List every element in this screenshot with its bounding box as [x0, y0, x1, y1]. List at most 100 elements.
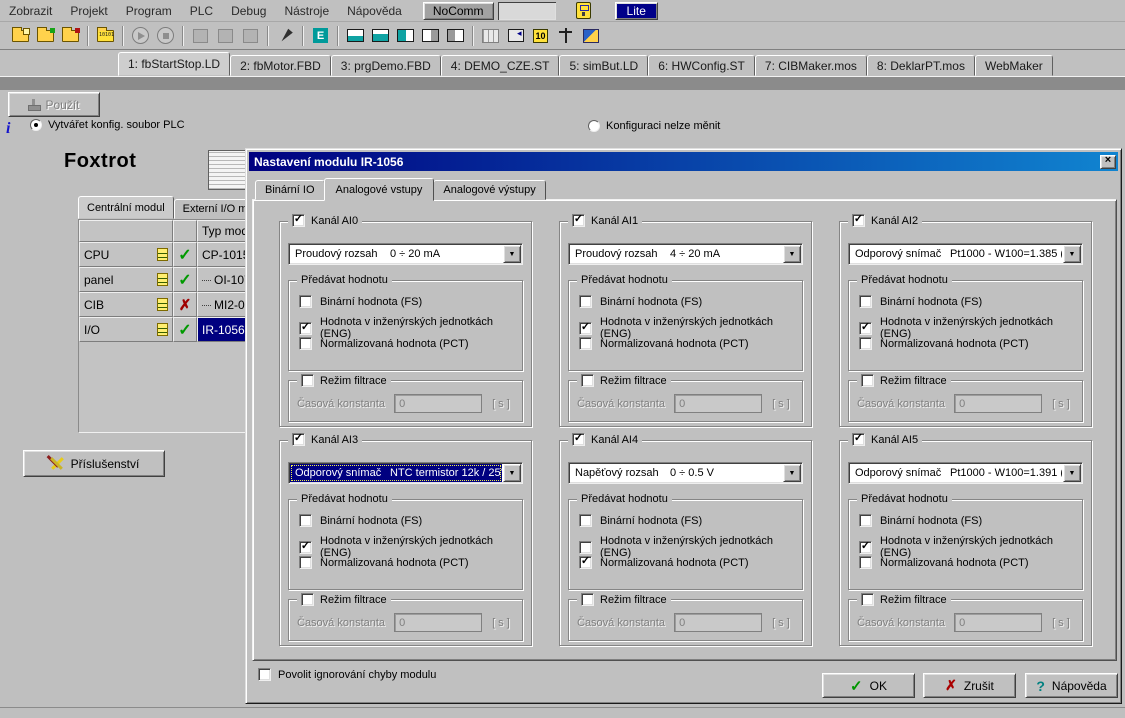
- option-binary-value[interactable]: ✓ Binární hodnota (FS): [579, 514, 702, 527]
- radio-config-locked[interactable]: Konfiguraci nelze měnit: [588, 120, 720, 132]
- chevron-down-icon[interactable]: ▼: [503, 464, 521, 482]
- option-binary-value[interactable]: ✓ Binární hodnota (FS): [299, 514, 422, 527]
- e-label: E: [313, 28, 328, 43]
- close-icon[interactable]: ×: [1100, 155, 1116, 169]
- doc-tab-prgdemo[interactable]: 3: prgDemo.FBD: [331, 55, 441, 76]
- tab-analog-outputs[interactable]: Analogové výstupy: [433, 180, 545, 200]
- send-to-plc-icon[interactable]: [188, 24, 213, 48]
- option-binary-value[interactable]: ✓ Binární hodnota (FS): [299, 295, 422, 308]
- range-type-text: Napěťový rozsah: [570, 467, 670, 479]
- menu-plc[interactable]: PLC: [181, 2, 222, 20]
- doc-tab-fbstartstop[interactable]: 1: fbStartStop.LD: [118, 52, 230, 76]
- layout-left-icon[interactable]: [393, 24, 418, 48]
- option-binary-value[interactable]: ✓ Binární hodnota (FS): [859, 295, 982, 308]
- radio-locked-label: Konfiguraci nelze měnit: [606, 120, 720, 132]
- option-normalized-value[interactable]: ✓ Normalizovaná hodnota (PCT): [299, 556, 469, 569]
- range-combo[interactable]: Odporový snímač Pt1000 - W100=1.391 (U) …: [848, 462, 1083, 484]
- menu-program[interactable]: Program: [117, 2, 181, 20]
- cancel-button[interactable]: ✗ Zrušit: [923, 673, 1016, 698]
- read-from-plc-icon[interactable]: [213, 24, 238, 48]
- chevron-down-icon[interactable]: ▼: [1063, 464, 1081, 482]
- layout-bottom-icon[interactable]: [343, 24, 368, 48]
- tab-central-module[interactable]: Centrální modul: [78, 196, 174, 219]
- channel-enable-checkbox[interactable]: ✓: [572, 214, 585, 227]
- open-project-icon[interactable]: [33, 24, 58, 48]
- unit-label: [ s ]: [492, 617, 510, 629]
- filter-checkbox[interactable]: ✓: [581, 593, 594, 606]
- window-select-icon[interactable]: [503, 24, 528, 48]
- stop-icon[interactable]: [153, 24, 178, 48]
- help-button[interactable]: ? Nápověda: [1025, 673, 1118, 698]
- layout-split-left-icon[interactable]: [443, 24, 468, 48]
- doc-tab-simbut[interactable]: 5: simBut.LD: [559, 55, 648, 76]
- menu-napoveda[interactable]: Nápověda: [338, 2, 411, 20]
- doc-tab-fbmotor[interactable]: 2: fbMotor.FBD: [230, 55, 331, 76]
- chevron-down-icon[interactable]: ▼: [783, 464, 801, 482]
- iec-view-icon[interactable]: 10: [528, 24, 553, 48]
- nocomm-button[interactable]: NoComm: [423, 2, 494, 20]
- chevron-down-icon[interactable]: ▼: [503, 245, 521, 263]
- layout-bottom-large-icon[interactable]: [368, 24, 393, 48]
- range-combo[interactable]: Proudový rozsah 4 ÷ 20 mA ▼: [568, 243, 803, 265]
- channel-enable-checkbox[interactable]: ✓: [572, 433, 585, 446]
- plc-reset-icon[interactable]: [238, 24, 263, 48]
- settings-wrench-icon[interactable]: [578, 24, 603, 48]
- option-normalized-value[interactable]: ✓ Normalizovaná hodnota (PCT): [859, 556, 1029, 569]
- close-project-icon[interactable]: [58, 24, 83, 48]
- doc-tab-cibmaker[interactable]: 7: CIBMaker.mos: [755, 55, 867, 76]
- channel-enable-checkbox[interactable]: ✓: [852, 433, 865, 446]
- menu-debug[interactable]: Debug: [222, 2, 275, 20]
- doc-tab-democze[interactable]: 4: DEMO_CZE.ST: [441, 55, 560, 76]
- tab-binary-io[interactable]: Binární IO: [255, 180, 325, 200]
- channel-enable-checkbox[interactable]: ✓: [852, 214, 865, 227]
- channel-group-ai5: ✓ Kanál AI5 Odporový snímač Pt1000 - W10…: [839, 440, 1092, 646]
- checklist-icon[interactable]: [157, 248, 168, 261]
- run-icon[interactable]: [128, 24, 153, 48]
- option-binary-value[interactable]: ✓ Binární hodnota (FS): [859, 514, 982, 527]
- chevron-down-icon[interactable]: ▼: [783, 245, 801, 263]
- network-pole-icon[interactable]: [553, 24, 578, 48]
- filter-checkbox[interactable]: ✓: [301, 374, 314, 387]
- channel-enable-checkbox[interactable]: ✓: [292, 214, 305, 227]
- doc-tab-webmaker[interactable]: WebMaker: [975, 55, 1053, 76]
- option-binary-value[interactable]: ✓ Binární hodnota (FS): [579, 295, 702, 308]
- option-normalized-value[interactable]: ✓ Normalizovaná hodnota (PCT): [579, 556, 749, 569]
- channel-enable-checkbox[interactable]: ✓: [292, 433, 305, 446]
- option-normalized-value[interactable]: ✓ Normalizovaná hodnota (PCT): [579, 337, 749, 350]
- comm-status-field[interactable]: [498, 2, 556, 20]
- filter-checkbox[interactable]: ✓: [301, 593, 314, 606]
- apply-button[interactable]: Použít: [8, 92, 100, 117]
- edit-pen-icon[interactable]: [273, 24, 298, 48]
- doc-tab-hwconfig[interactable]: 6: HWConfig.ST: [648, 55, 755, 76]
- ok-button[interactable]: ✓ OK: [822, 673, 915, 698]
- accessories-button[interactable]: Příslušenství: [23, 450, 165, 477]
- build-project-icon[interactable]: 10101: [93, 24, 118, 48]
- option-normalized-value[interactable]: ✓ Normalizovaná hodnota (PCT): [299, 337, 469, 350]
- checklist-icon[interactable]: [157, 298, 168, 311]
- range-combo[interactable]: Odporový snímač Pt1000 - W100=1.385 (E) …: [848, 243, 1083, 265]
- ignore-module-error-checkbox[interactable]: ✓ Povolit ignorování chyby modulu: [258, 668, 436, 681]
- doc-tab-deklarpt[interactable]: 8: DeklarPT.mos: [867, 55, 975, 76]
- option-normalized-value[interactable]: ✓ Normalizovaná hodnota (PCT): [859, 337, 1029, 350]
- layout-split-right-icon[interactable]: [418, 24, 443, 48]
- toolbar: 10101 E 10: [0, 22, 1125, 50]
- menu-projekt[interactable]: Projekt: [61, 2, 116, 20]
- filter-checkbox[interactable]: ✓: [581, 374, 594, 387]
- checklist-icon[interactable]: [157, 323, 168, 336]
- new-project-icon[interactable]: [8, 24, 33, 48]
- range-combo[interactable]: Napěťový rozsah 0 ÷ 0.5 V ▼: [568, 462, 803, 484]
- chevron-down-icon[interactable]: ▼: [1063, 245, 1081, 263]
- dialog-titlebar[interactable]: Nastavení modulu IR-1056 ×: [249, 152, 1118, 171]
- range-combo[interactable]: Proudový rozsah 0 ÷ 20 mA ▼: [288, 243, 523, 265]
- filter-checkbox[interactable]: ✓: [861, 374, 874, 387]
- grid-icon[interactable]: [478, 24, 503, 48]
- range-combo[interactable]: Odporový snímač NTC termistor 12k / 25°C…: [288, 462, 523, 484]
- checklist-icon[interactable]: [157, 273, 168, 286]
- menu-zobrazit[interactable]: Zobrazit: [0, 2, 61, 20]
- radio-circle: [588, 120, 600, 132]
- radio-create-config[interactable]: Vytvářet konfig. soubor PLC: [30, 119, 185, 131]
- menu-nastroje[interactable]: Nástroje: [275, 2, 338, 20]
- editor-icon[interactable]: E: [308, 24, 333, 48]
- filter-checkbox[interactable]: ✓: [861, 593, 874, 606]
- tab-analog-inputs[interactable]: Analogové vstupy: [324, 178, 435, 201]
